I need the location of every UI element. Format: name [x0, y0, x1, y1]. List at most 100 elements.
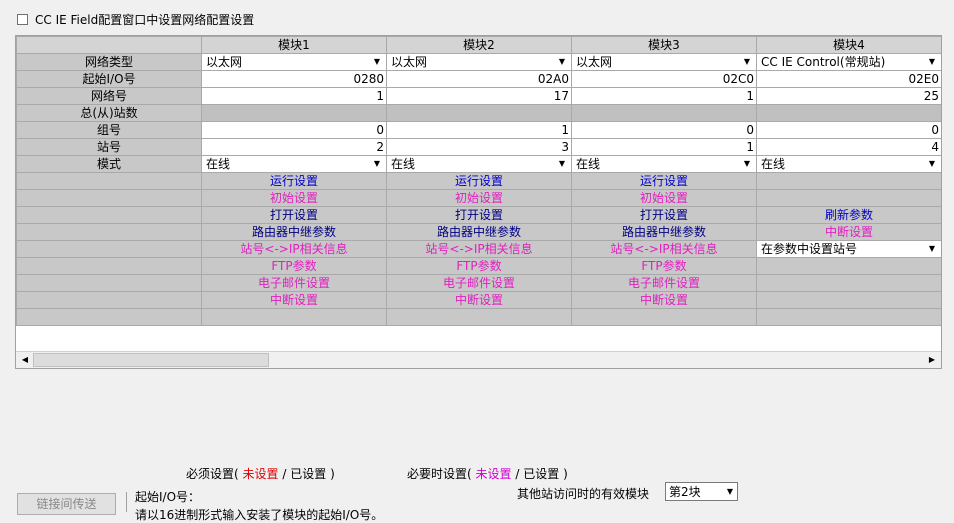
scroll-right-arrow-icon[interactable]: ▶ — [925, 352, 939, 368]
total-stations-cell-module2 — [386, 104, 572, 122]
cc-ie-field-config-checkbox-row[interactable]: CC IE Field配置窗口中设置网络配置设置 — [17, 11, 254, 27]
network-type-value: 以太网 — [391, 55, 428, 69]
email-settings-button-module2[interactable]: 电子邮件设置 — [386, 274, 572, 292]
station-no-method-value: 在参数中设置站号 — [761, 242, 858, 256]
network-no-cell-module4[interactable]: 25 — [756, 87, 941, 105]
scroll-left-arrow-icon[interactable]: ◀ — [18, 352, 32, 368]
network-no-cell-module3[interactable]: 1 — [571, 87, 757, 105]
row-header-total-stations: 总(从)站数 — [16, 104, 202, 122]
mode-select-module4[interactable]: 在线 ▼ — [756, 155, 941, 173]
station-ip-info-button-module3[interactable]: 站号<->IP相关信息 — [571, 240, 757, 258]
station-ip-info-button-module2[interactable]: 站号<->IP相关信息 — [386, 240, 572, 258]
group-no-cell-module4[interactable]: 0 — [756, 121, 941, 139]
row-header-empty — [16, 257, 202, 275]
dropdown-arrow-icon[interactable]: ▼ — [740, 157, 754, 172]
legend-slash: / — [282, 467, 287, 481]
network-type-value: 以太网 — [576, 55, 613, 69]
station-no-cell-module4[interactable]: 4 — [756, 138, 941, 156]
group-no-cell-module2[interactable]: 1 — [386, 121, 572, 139]
open-settings-button-module2[interactable]: 打开设置 — [386, 206, 572, 224]
router-relay-button-module2[interactable]: 路由器中继参数 — [386, 223, 572, 241]
open-settings-button-module3[interactable]: 打开设置 — [571, 206, 757, 224]
mode-select-module1[interactable]: 在线 ▼ — [201, 155, 387, 173]
network-type-select-module2[interactable]: 以太网 ▼ — [386, 53, 572, 71]
ftp-parameters-button-module1[interactable]: FTP参数 — [201, 257, 387, 275]
initial-settings-button-module2[interactable]: 初始设置 — [386, 189, 572, 207]
station-no-cell-module2[interactable]: 3 — [386, 138, 572, 156]
ftp-parameters-button-module2[interactable]: FTP参数 — [386, 257, 572, 275]
cc-ie-field-checkbox[interactable] — [17, 13, 28, 25]
dropdown-arrow-icon[interactable]: ▼ — [370, 157, 384, 172]
mode-value: 在线 — [206, 157, 231, 171]
row-header-network-no: 网络号 — [16, 87, 202, 105]
interrupt-settings-button-module4[interactable]: 中断设置 — [756, 223, 941, 241]
mode-value: 在线 — [576, 157, 601, 171]
network-type-value: 以太网 — [206, 55, 243, 69]
total-stations-cell-module1 — [201, 104, 387, 122]
row-header-network-type: 网络类型 — [16, 53, 202, 71]
network-type-select-module4[interactable]: CC IE Control(常规站) ▼ — [756, 53, 941, 71]
operation-settings-button-module2[interactable]: 运行设置 — [386, 172, 572, 190]
row-header-empty — [16, 308, 202, 326]
legend-optional-set: 已设置 — [523, 467, 560, 481]
row-header-empty — [16, 223, 202, 241]
initial-settings-button-module1[interactable]: 初始设置 — [201, 189, 387, 207]
email-settings-button-module1[interactable]: 电子邮件设置 — [201, 274, 387, 292]
dropdown-arrow-icon[interactable]: ▼ — [370, 55, 384, 70]
operation-settings-button-module1[interactable]: 运行设置 — [201, 172, 387, 190]
empty-cell-module4 — [756, 274, 941, 292]
network-no-cell-module2[interactable]: 17 — [386, 87, 572, 105]
start-io-cell-module2[interactable]: 02A0 — [386, 70, 572, 88]
row-header-empty — [16, 274, 202, 292]
start-io-cell-module1[interactable]: 0280 — [201, 70, 387, 88]
column-header-module1: 模块1 — [201, 36, 387, 54]
legend-optional-suffix: ) — [563, 467, 568, 481]
interrupt-settings-button-module2[interactable]: 中断设置 — [386, 291, 572, 309]
empty-cell-module1 — [201, 308, 387, 326]
station-no-cell-module1[interactable]: 2 — [201, 138, 387, 156]
start-io-help-text: 请以16进制形式输入安装了模块的起始I/O号。 — [135, 508, 384, 522]
dropdown-arrow-icon[interactable]: ▼ — [555, 55, 569, 70]
vertical-divider — [126, 492, 127, 512]
ftp-parameters-button-module3[interactable]: FTP参数 — [571, 257, 757, 275]
dropdown-arrow-icon[interactable]: ▼ — [925, 55, 939, 70]
total-stations-cell-module4 — [756, 104, 941, 122]
dropdown-arrow-icon[interactable]: ▼ — [723, 487, 737, 496]
network-type-value: CC IE Control(常规站) — [761, 55, 886, 69]
interrupt-settings-button-module3[interactable]: 中断设置 — [571, 291, 757, 309]
operation-settings-button-module3[interactable]: 运行设置 — [571, 172, 757, 190]
interrupt-settings-button-module1[interactable]: 中断设置 — [201, 291, 387, 309]
other-station-valid-module-value: 第2块 — [669, 485, 701, 499]
other-station-valid-module-select[interactable]: 第2块 ▼ — [665, 482, 738, 501]
mode-select-module2[interactable]: 在线 ▼ — [386, 155, 572, 173]
network-no-cell-module1[interactable]: 1 — [201, 87, 387, 105]
horizontal-scrollbar[interactable]: ◀ ▶ — [16, 351, 941, 368]
start-io-cell-module3[interactable]: 02C0 — [571, 70, 757, 88]
dropdown-arrow-icon[interactable]: ▼ — [555, 157, 569, 172]
open-settings-button-module1[interactable]: 打开设置 — [201, 206, 387, 224]
empty-cell-module4 — [756, 172, 941, 190]
dropdown-arrow-icon[interactable]: ▼ — [925, 242, 939, 257]
email-settings-button-module3[interactable]: 电子邮件设置 — [571, 274, 757, 292]
dropdown-arrow-icon[interactable]: ▼ — [925, 157, 939, 172]
network-type-select-module1[interactable]: 以太网 ▼ — [201, 53, 387, 71]
router-relay-button-module3[interactable]: 路由器中继参数 — [571, 223, 757, 241]
mode-select-module3[interactable]: 在线 ▼ — [571, 155, 757, 173]
router-relay-button-module1[interactable]: 路由器中继参数 — [201, 223, 387, 241]
optional-settings-legend: 必要时设置( 未设置 / 已设置 ) — [407, 465, 568, 482]
scrollbar-thumb[interactable] — [33, 353, 269, 367]
station-no-method-select-module4[interactable]: 在参数中设置站号 ▼ — [756, 240, 941, 258]
legend-optional-prefix: 必要时设置( — [407, 467, 472, 481]
legend-required-set: 已设置 — [290, 467, 327, 481]
group-no-cell-module1[interactable]: 0 — [201, 121, 387, 139]
initial-settings-button-module3[interactable]: 初始设置 — [571, 189, 757, 207]
station-no-cell-module3[interactable]: 1 — [571, 138, 757, 156]
start-io-cell-module4[interactable]: 02E0 — [756, 70, 941, 88]
refresh-parameters-button-module4[interactable]: 刷新参数 — [756, 206, 941, 224]
empty-cell-module4 — [756, 291, 941, 309]
network-type-select-module3[interactable]: 以太网 ▼ — [571, 53, 757, 71]
station-ip-info-button-module1[interactable]: 站号<->IP相关信息 — [201, 240, 387, 258]
inter-link-transfer-button[interactable]: 链接间传送 — [17, 493, 116, 515]
group-no-cell-module3[interactable]: 0 — [571, 121, 757, 139]
dropdown-arrow-icon[interactable]: ▼ — [740, 55, 754, 70]
